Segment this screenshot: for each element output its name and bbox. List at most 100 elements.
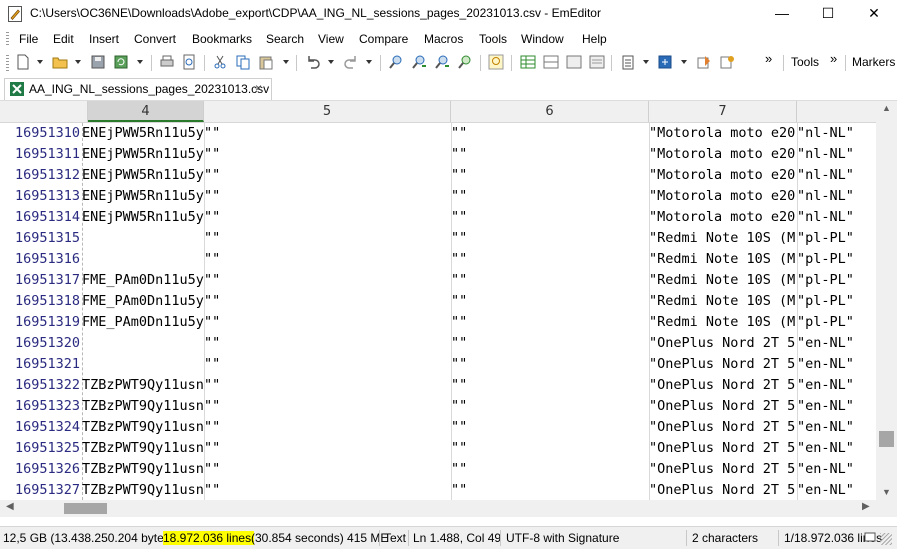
table-row[interactable]: 16951317 FME_PAm0Dn11u5y "" "" "Redmi Note 1… <box>0 270 876 291</box>
cell-col-8[interactable]: "nl-NL" <box>797 207 876 228</box>
open-dropdown-icon[interactable] <box>75 60 81 64</box>
cell-col-6[interactable]: "" <box>451 354 649 375</box>
cell-col-4[interactable]: TZBzPWT9Qy11usn <box>82 396 204 417</box>
cell-col-5[interactable]: "" <box>204 312 451 333</box>
table-row[interactable]: 16951310 ENEjPWW5Rn11u5y "" "" "Motorola mot… <box>0 123 876 144</box>
normal-mode-icon[interactable] <box>589 54 605 70</box>
table-row[interactable]: 16951315 "" "" "Redmi Note 10S (M "pl-PL" <box>0 228 876 249</box>
cell-col-6[interactable]: "" <box>451 228 649 249</box>
split-icon[interactable] <box>543 54 559 70</box>
paste-icon[interactable] <box>258 54 274 70</box>
cell-col-8[interactable]: "nl-NL" <box>797 123 876 144</box>
status-cursor-position[interactable]: Ln 1.488, Col 49 <box>413 531 501 545</box>
table-row[interactable]: 16951318 FME_PAm0Dn11u5y "" "" "Redmi Note 1… <box>0 291 876 312</box>
cell-col-5[interactable]: "" <box>204 186 451 207</box>
find-icon[interactable] <box>388 54 404 70</box>
cell-col-4[interactable] <box>82 249 204 270</box>
cell-col-6[interactable]: "" <box>451 312 649 333</box>
cell-col-4[interactable]: ENEjPWW5Rn11u5y <box>82 123 204 144</box>
column-header-5[interactable]: 5 <box>204 101 451 122</box>
cell-col-4[interactable]: FME_PAm0Dn11u5y <box>82 312 204 333</box>
properties-icon[interactable] <box>719 54 735 70</box>
scroll-up-icon[interactable]: ▲ <box>882 103 891 113</box>
open-folder-icon[interactable] <box>52 54 68 70</box>
tools-toolbar-label[interactable]: Tools <box>791 55 819 69</box>
status-mode[interactable]: Text <box>384 531 406 545</box>
maximize-button[interactable]: ☐ <box>805 0 851 28</box>
cell-col-7[interactable]: "Motorola moto e20" <box>649 165 797 186</box>
cell-col-5[interactable]: "" <box>204 123 451 144</box>
cell-col-7[interactable]: "Motorola moto e20" <box>649 207 797 228</box>
cell-col-4[interactable]: FME_PAm0Dn11u5y <box>82 291 204 312</box>
cell-col-4[interactable]: TZBzPWT9Qy11usn <box>82 480 204 500</box>
cell-col-5[interactable]: "" <box>204 291 451 312</box>
cell-col-6[interactable]: "" <box>451 438 649 459</box>
menu-macros[interactable]: Macros <box>424 32 463 46</box>
clipboard-icon[interactable] <box>620 54 636 70</box>
columns-icon[interactable] <box>566 54 582 70</box>
cell-col-4[interactable]: TZBzPWT9Qy11usn <box>82 417 204 438</box>
resize-grip[interactable] <box>880 533 892 545</box>
cell-col-7[interactable]: "OnePlus Nord 2T 5 <box>649 375 797 396</box>
cell-col-7[interactable]: "Redmi Note 10S (M <box>649 291 797 312</box>
cell-col-5[interactable]: "" <box>204 165 451 186</box>
table-row[interactable]: 16951313 ENEjPWW5Rn11u5y "" "" "Motorola mot… <box>0 186 876 207</box>
macro-icon[interactable] <box>696 54 712 70</box>
column-header-7[interactable]: 7 <box>649 101 797 122</box>
highlight-icon[interactable] <box>488 54 504 70</box>
cell-col-5[interactable]: "" <box>204 333 451 354</box>
print-icon[interactable] <box>159 54 175 70</box>
cell-col-5[interactable]: "" <box>204 396 451 417</box>
menu-view[interactable]: View <box>318 32 344 46</box>
clipboard-dropdown-icon[interactable] <box>643 60 649 64</box>
cut-icon[interactable] <box>212 54 228 70</box>
table-row[interactable]: 16951326 TZBzPWT9Qy11usn "" "" "OnePlus Nord… <box>0 459 876 480</box>
csv-editor[interactable]: 4 5 6 7 16951310 ENEjPWW5Rn11u5y "" "" "Moto… <box>0 101 876 500</box>
scroll-left-icon[interactable]: ◀ <box>6 501 14 512</box>
cell-col-5[interactable]: "" <box>204 459 451 480</box>
redo-icon[interactable] <box>343 54 359 70</box>
table-row[interactable]: 16951325 TZBzPWT9Qy11usn "" "" "OnePlus Nord… <box>0 438 876 459</box>
cell-col-7[interactable]: "Redmi Note 10S (M <box>649 228 797 249</box>
cell-col-8[interactable]: "en-NL" <box>797 417 876 438</box>
cell-col-8[interactable]: "pl-PL" <box>797 228 876 249</box>
table-row[interactable]: 16951314 ENEjPWW5Rn11u5y "" "" "Motorola mot… <box>0 207 876 228</box>
table-row[interactable]: 16951320 "" "" "OnePlus Nord 2T 5 "en-NL" <box>0 333 876 354</box>
cell-col-7[interactable]: "OnePlus Nord 2T 5 <box>649 396 797 417</box>
cell-col-6[interactable]: "" <box>451 459 649 480</box>
menu-edit[interactable]: Edit <box>53 32 74 46</box>
table-row[interactable]: 16951324 TZBzPWT9Qy11usn "" "" "OnePlus Nord… <box>0 417 876 438</box>
cell-col-7[interactable]: "Redmi Note 10S (M <box>649 249 797 270</box>
table-row[interactable]: 16951316 "" "" "Redmi Note 10S (M "pl-PL" <box>0 249 876 270</box>
cell-col-7[interactable]: "Motorola moto e20" <box>649 144 797 165</box>
cell-col-4[interactable] <box>82 354 204 375</box>
toolbar-overflow-button[interactable]: » <box>765 51 772 66</box>
cell-col-4[interactable]: ENEjPWW5Rn11u5y <box>82 165 204 186</box>
plugins-icon[interactable] <box>657 54 673 70</box>
vertical-scroll-thumb[interactable] <box>879 431 894 447</box>
cell-col-4[interactable]: TZBzPWT9Qy11usn <box>82 459 204 480</box>
cell-col-4[interactable] <box>82 228 204 249</box>
cell-col-6[interactable]: "" <box>451 249 649 270</box>
cell-col-6[interactable]: "" <box>451 165 649 186</box>
cell-col-4[interactable]: ENEjPWW5Rn11u5y <box>82 144 204 165</box>
cell-col-7[interactable]: "Motorola moto e20" <box>649 186 797 207</box>
find-next-icon[interactable] <box>411 54 427 70</box>
cell-col-5[interactable]: "" <box>204 249 451 270</box>
cell-col-6[interactable]: "" <box>451 186 649 207</box>
menu-insert[interactable]: Insert <box>89 32 119 46</box>
cell-col-6[interactable]: "" <box>451 480 649 500</box>
cell-col-8[interactable]: "en-NL" <box>797 438 876 459</box>
table-row[interactable]: 16951311 ENEjPWW5Rn11u5y "" "" "Motorola mot… <box>0 144 876 165</box>
cell-col-5[interactable]: "" <box>204 438 451 459</box>
plugins-dropdown-icon[interactable] <box>681 60 687 64</box>
menu-compare[interactable]: Compare <box>359 32 408 46</box>
menu-window[interactable]: Window <box>521 32 564 46</box>
table-row[interactable]: 16951323 TZBzPWT9Qy11usn "" "" "OnePlus Nord… <box>0 396 876 417</box>
cell-col-7[interactable]: "OnePlus Nord 2T 5 <box>649 333 797 354</box>
cell-col-5[interactable]: "" <box>204 207 451 228</box>
cell-col-5[interactable]: "" <box>204 270 451 291</box>
column-header-6[interactable]: 6 <box>451 101 649 122</box>
menu-grip[interactable] <box>6 32 9 46</box>
save-dropdown-icon[interactable] <box>137 60 143 64</box>
